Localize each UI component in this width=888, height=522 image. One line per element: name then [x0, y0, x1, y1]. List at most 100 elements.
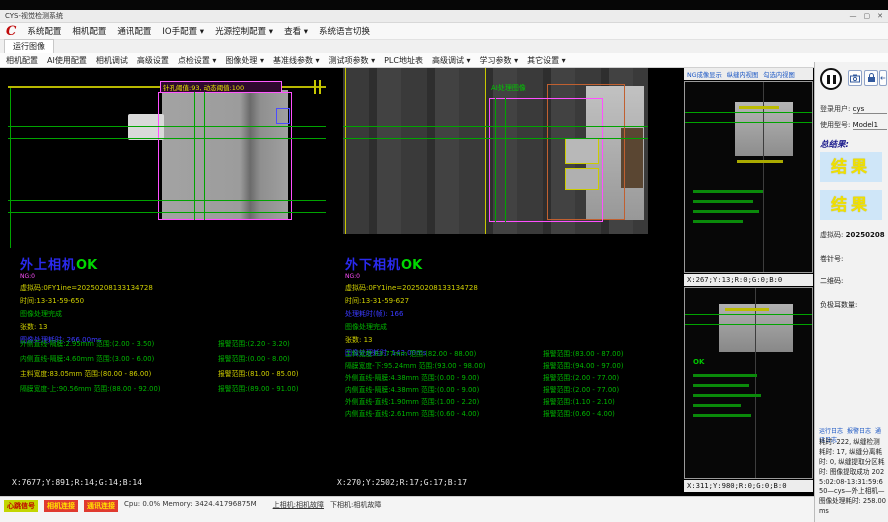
overlay-tab-box: [565, 138, 599, 164]
measure-value: 内侧直线-隔膜:4.60mm 范围:(3.00 - 6.00): [20, 353, 216, 363]
menu-system-config[interactable]: 系统配置: [27, 25, 61, 37]
alarm-range: 报警范围:(81.00 - 85.00): [218, 368, 298, 378]
lower-camera-status: 下相机:相机故障: [330, 500, 381, 510]
tiny-green-text: [693, 384, 749, 387]
preview-column: NG成像显示 纵缝内视图 勾选内视图 X:267;Y:13;R:0;G:0;B:…: [684, 68, 813, 496]
measure-row: 内侧直线-隔膜:4.60mm 范围:(3.00 - 6.00)报警范围:(0.0…: [20, 353, 328, 368]
tab-run-image[interactable]: 运行图像: [4, 39, 54, 53]
menu-language-switch[interactable]: 系统语言切换: [319, 25, 370, 37]
menu-comm-config[interactable]: 通讯配置: [117, 25, 151, 37]
toolbar-advanced-debug[interactable]: 高级调试 ▾: [432, 55, 471, 66]
left-camera-title: 外上相机: [20, 258, 76, 273]
tiny-green-text: [693, 404, 741, 407]
middle-result-ok: OK: [401, 258, 422, 273]
left-measure-rows: 外侧直线-隔膜:2.95mm 范围:(2.00 - 3.50)报警范围:(2.2…: [20, 338, 328, 398]
preview-top-cursor: X:267;Y:13;R:0;G:0;B:0: [684, 274, 813, 286]
tiny-green-text: [693, 220, 743, 223]
tab-bar: 运行图像: [0, 40, 888, 53]
toolbar-learning-params[interactable]: 学习参数 ▾: [480, 55, 519, 66]
camera-icon: [850, 74, 860, 83]
total-result-label: 总结果:: [820, 138, 849, 150]
alarm-range: 报警范围:(2.00 - 77.00): [543, 384, 619, 394]
toolbar-other-settings[interactable]: 其它设置 ▾: [527, 55, 566, 66]
overlay-green-vline: [194, 92, 195, 220]
overlay-green-line: [8, 138, 326, 139]
close-icon[interactable]: ✕: [877, 12, 883, 20]
result-badge-top: 结果: [820, 152, 882, 182]
left-camera-view[interactable]: 针孔阈值:93, 动态阈值:100 外上相机OK NG:0 虚拟码:0FY1in…: [8, 68, 330, 496]
menu-camera-config[interactable]: 相机配置: [72, 25, 106, 37]
measure-value: 外侧直线-隔膜:4.38mm 范围:(0.00 - 9.00): [345, 372, 541, 382]
toolbar-baseline-params[interactable]: 基准线参数 ▾: [273, 55, 320, 66]
left-ng-count: NG:0: [20, 273, 153, 280]
preview-tabs: NG成像显示 纵缝内视图 勾选内视图: [684, 68, 813, 80]
toolbar-spot-check[interactable]: 点检设置 ▾: [178, 55, 217, 66]
camera-button[interactable]: [848, 70, 862, 86]
preview-vline: [763, 82, 764, 273]
vcode-label: 虚拟码:: [820, 231, 843, 239]
comm-link-badge: 通讯连接: [84, 500, 118, 512]
tab-alarm-log[interactable]: 报警日志: [847, 428, 871, 435]
lock-button[interactable]: [864, 70, 878, 86]
toolbar-camera-debug[interactable]: 相机调试: [96, 55, 128, 66]
alarm-range: 报警范围:(83.00 - 87.00): [543, 348, 623, 358]
middle-ng-count: NG:0: [345, 273, 478, 280]
model-value[interactable]: Model1: [853, 121, 887, 130]
top-strip: [0, 0, 888, 10]
model-label: 使用型号:: [820, 121, 850, 129]
status-bar: 心跳信号 相机连接 通讯连接 Cpu: 0.0% Memory: 3424.41…: [0, 496, 814, 522]
alarm-range: 报警范围:(2.20 - 3.20): [218, 338, 290, 348]
overlay-green-line: [8, 212, 326, 213]
model-row: 使用型号: Model1: [820, 120, 887, 130]
tab-run-log[interactable]: 运行日志: [819, 428, 843, 435]
login-value[interactable]: cys: [853, 105, 887, 114]
middle-camera-view[interactable]: AI处理图像 外下相机OK NG:0 虚拟码:0FY1ine=202502081…: [333, 68, 682, 496]
tiny-green-text: [693, 200, 753, 203]
tab-select-view[interactable]: 勾选内视图: [763, 70, 794, 79]
maximize-icon[interactable]: ▢: [864, 12, 871, 20]
toolbar-ai-config[interactable]: AI使用配置: [47, 55, 87, 66]
alarm-range: 报警范围:(89.00 - 91.00): [218, 383, 298, 393]
middle-cursor-readout: X:270;Y:2502;R:17;G:17;B:17: [337, 478, 467, 487]
measure-value: 内侧直线-隔膜:4.38mm 范围:(0.00 - 9.00): [345, 384, 541, 394]
exit-arrow-icon: [880, 74, 886, 82]
cpu-memory-readout: Cpu: 0.0% Memory: 3424.41796875M: [124, 500, 257, 508]
toolbar-camera-config[interactable]: 相机配置: [6, 55, 38, 66]
left-result-ok: OK: [76, 258, 97, 273]
app-logo-icon: C: [6, 25, 16, 38]
overlay-yellow-vline: [345, 68, 346, 234]
pause-button[interactable]: [820, 68, 842, 90]
toolbar-image-processing[interactable]: 图像处理 ▾: [225, 55, 264, 66]
overlay-green-vline: [505, 98, 506, 222]
qr-label: 二维码:: [820, 276, 843, 286]
overlay-yellow-tick: [319, 80, 321, 94]
tiny-green-text: [693, 190, 763, 193]
preview-top-view[interactable]: [684, 81, 813, 273]
overlay-green-vline: [10, 88, 11, 248]
result-badge-bottom: 结果: [820, 190, 882, 220]
log-text[interactable]: 耗时: 222, 纵缝检测耗时: 17, 纵缝分离耗时: 0, 纵缝提取分区耗时…: [819, 438, 886, 517]
preview-bottom-view[interactable]: OK: [684, 287, 813, 479]
alarm-range: 报警范围:(94.00 - 97.00): [543, 360, 623, 370]
measure-row: 主料宽度:83.77mm 范围:(82.00 - 88.00)报警范围:(83.…: [345, 348, 675, 360]
measure-value: 隔膜宽度-下:95.24mm 范围:(93.00 - 98.00): [345, 360, 541, 370]
tab-seam-view[interactable]: 纵缝内视图: [727, 70, 758, 79]
menu-view[interactable]: 查看 ▾: [284, 25, 308, 37]
overlay-threshold-label: 针孔阈值:93, 动态阈值:100: [160, 81, 282, 93]
toolbar-test-params[interactable]: 测试项参数 ▾: [329, 55, 376, 66]
measure-row: 隔膜宽度-下:95.24mm 范围:(93.00 - 98.00)报警范围:(9…: [345, 360, 675, 372]
measure-value: 主料宽度:83.05mm 范围:(80.00 - 86.00): [20, 368, 216, 378]
exit-button[interactable]: [879, 70, 887, 86]
toolbar-advanced-settings[interactable]: 高级设置: [137, 55, 169, 66]
toolbar-plc-address[interactable]: PLC地址表: [384, 55, 423, 66]
ai-image-label: AI处理图像: [491, 83, 526, 93]
menu-light-config[interactable]: 光源控制配置 ▾: [215, 25, 273, 37]
menu-io-config[interactable]: IO手配置 ▾: [162, 25, 204, 37]
measure-value: 外侧直线-直线:1.90mm 范围:(1.00 - 2.20): [345, 396, 541, 406]
minimize-icon[interactable]: —: [850, 12, 857, 20]
middle-frame-time: 处理耗时(帧): 166: [345, 309, 478, 319]
tab-ng-display[interactable]: NG成像显示: [687, 70, 722, 79]
middle-camera-title: 外下相机: [345, 258, 401, 273]
overlay-yellow-vline: [485, 68, 486, 234]
camera-link-badge: 相机连接: [44, 500, 78, 512]
